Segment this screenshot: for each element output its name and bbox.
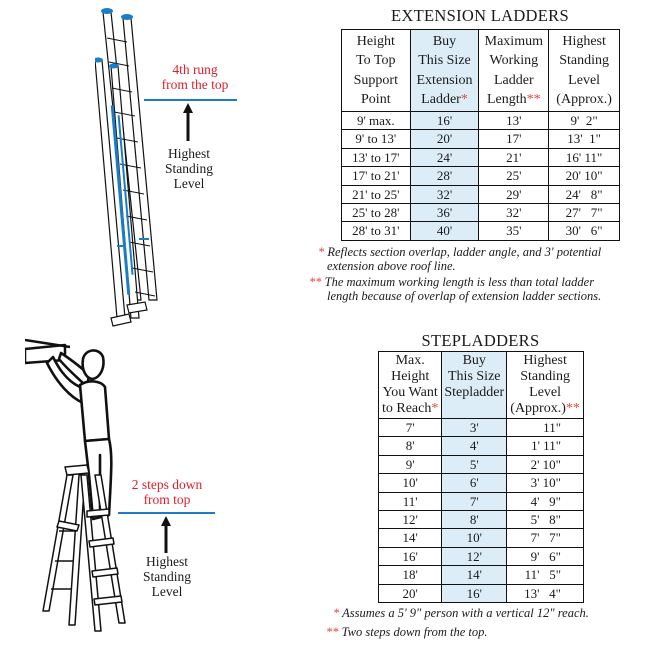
extension-note-1: * Reflects section overlap, ladder angle… bbox=[318, 245, 602, 273]
table-row: 28' to 31' 40' 35' 30' 6" bbox=[341, 221, 620, 241]
header-height-to-top: Height To Top Support Point bbox=[341, 29, 411, 112]
step-label: 2 steps down from top bbox=[124, 477, 210, 507]
table-row: 7' 3' 11" bbox=[377, 417, 584, 438]
table-row: 12' 8' 5' 8" bbox=[377, 510, 584, 530]
level-label-line3: Level bbox=[173, 176, 205, 191]
note-double-asterisk: ** bbox=[326, 625, 339, 639]
step-highest-level-line bbox=[118, 512, 215, 514]
step-label-line2: from top bbox=[143, 492, 191, 507]
level-label-line1: Highest bbox=[168, 146, 210, 161]
header-step-highest-level: Highest Standing Level (Approx.)** bbox=[506, 351, 584, 419]
table-row: 10' 6' 3' 10" bbox=[377, 473, 584, 493]
step-level-line1: Highest bbox=[146, 554, 188, 569]
level-label-line2: Standing bbox=[164, 161, 213, 176]
table-row: 8' 4' 1' 11" bbox=[377, 436, 584, 456]
header-max-working-length: Maximum Working Ladder Length** bbox=[478, 29, 550, 112]
table-row: 21' to 25' 32' 29' 24' 8" bbox=[341, 184, 620, 205]
table-row: 11' 7' 4' 9" bbox=[377, 491, 584, 512]
step-label-line1: 2 steps down bbox=[131, 477, 203, 492]
note-asterisk: * bbox=[318, 245, 325, 259]
extension-ladders-title: EXTENSION LADDERS bbox=[391, 6, 569, 25]
step-up-arrow-icon bbox=[161, 516, 171, 553]
rung-label: 4th rung from the top bbox=[150, 62, 240, 92]
asterisk-mark: * bbox=[431, 401, 439, 416]
stepladders-title: STEPLADDERS bbox=[421, 331, 540, 350]
step-header-row: Max. Height You Want to Reach* Buy This … bbox=[377, 351, 584, 419]
header-buy-this-size: Buy This Size Extension Ladder* bbox=[409, 29, 480, 112]
table-row: 18' 14' 11' 5" bbox=[377, 565, 584, 585]
highest-level-line bbox=[144, 99, 237, 101]
header-buy-stepladder: Buy This Size Stepladder bbox=[441, 351, 508, 419]
table-row: 20' 16' 13' 4" bbox=[377, 583, 584, 604]
table-row: 16' 12' 9' 6" bbox=[377, 546, 584, 567]
note-double-asterisk: ** bbox=[309, 275, 322, 289]
note-asterisk: * bbox=[333, 606, 340, 620]
double-asterisk-mark: ** bbox=[526, 92, 541, 107]
step-note-1: * Assumes a 5' 9" person with a vertical… bbox=[333, 606, 589, 620]
extension-header-row: Height To Top Support Point Buy This Siz… bbox=[341, 29, 620, 112]
table-row: 9' 5' 2' 10" bbox=[377, 454, 584, 475]
table-row: 9' max. 16' 13' 9' 2" bbox=[341, 110, 620, 131]
table-row: 14' 10' 7' 7" bbox=[377, 528, 584, 548]
up-arrow-icon bbox=[183, 103, 193, 141]
double-asterisk-mark: ** bbox=[565, 401, 580, 416]
step-level-line2: Standing bbox=[142, 569, 191, 584]
stepladders-table: Max. Height You Want to Reach* Buy This … bbox=[377, 351, 584, 604]
rung-label-line2: from the top bbox=[161, 77, 229, 92]
extension-note-2: ** The maximum working length is less th… bbox=[309, 275, 602, 303]
table-row: 9' to 13' 20' 17' 13' 1" bbox=[341, 129, 620, 149]
step-highest-level-label: Highest Standing Level bbox=[124, 554, 210, 599]
table-row: 25' to 28' 36' 32' 27' 7" bbox=[341, 203, 620, 223]
step-note-2: ** Two steps down from the top. bbox=[326, 625, 488, 639]
rung-label-line1: 4th rung bbox=[172, 62, 218, 77]
highest-level-label: Highest Standing Level bbox=[146, 146, 232, 191]
header-highest-standing-level: Highest Standing Level (Approx.) bbox=[548, 29, 620, 112]
asterisk-mark: * bbox=[460, 92, 468, 107]
step-level-line3: Level bbox=[151, 584, 183, 599]
table-row: 13' to 17' 24' 21' 16' 11" bbox=[341, 147, 620, 168]
extension-ladders-table: Height To Top Support Point Buy This Siz… bbox=[341, 29, 620, 241]
header-max-height: Max. Height You Want to Reach* bbox=[377, 351, 443, 419]
table-row: 17' to 21' 28' 25' 20' 10" bbox=[341, 166, 620, 186]
